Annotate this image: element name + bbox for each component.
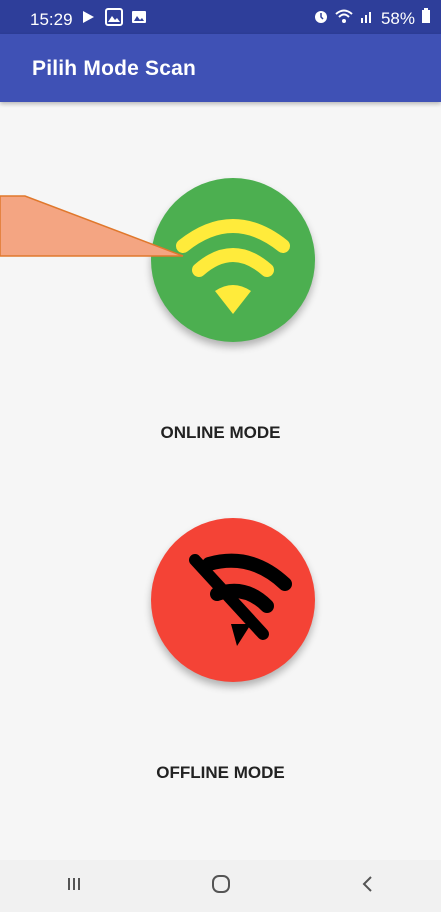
image-icon <box>131 9 147 30</box>
battery-icon <box>421 8 431 29</box>
wifi-off-icon <box>173 538 293 663</box>
online-mode-button[interactable] <box>151 178 315 342</box>
page-title: Pilih Mode Scan <box>32 57 197 80</box>
status-bar-left: 15:29 <box>30 8 147 31</box>
status-bar-right: 58% <box>313 8 431 29</box>
signal-icon <box>359 8 375 29</box>
home-icon <box>210 873 232 900</box>
offline-mode-label[interactable]: OFFLINE MODE <box>0 763 441 783</box>
alarm-icon <box>313 8 329 29</box>
recent-apps-icon <box>64 874 84 899</box>
status-time: 15:29 <box>30 9 73 29</box>
app-bar: Pilih Mode Scan <box>0 34 441 102</box>
wifi-icon <box>335 8 353 29</box>
battery-text: 58% <box>380 8 415 28</box>
play-icon <box>81 9 97 30</box>
back-icon <box>358 874 378 899</box>
recent-apps-button[interactable] <box>44 866 104 906</box>
home-button[interactable] <box>191 866 251 906</box>
wifi-icon <box>173 198 293 323</box>
online-mode-label[interactable]: ONLINE MODE <box>0 423 441 443</box>
status-bar: 15:29 58% <box>0 0 441 34</box>
back-button[interactable] <box>338 866 398 906</box>
offline-mode-button[interactable] <box>151 518 315 682</box>
photo-icon <box>104 8 123 31</box>
nav-bar <box>0 860 441 912</box>
